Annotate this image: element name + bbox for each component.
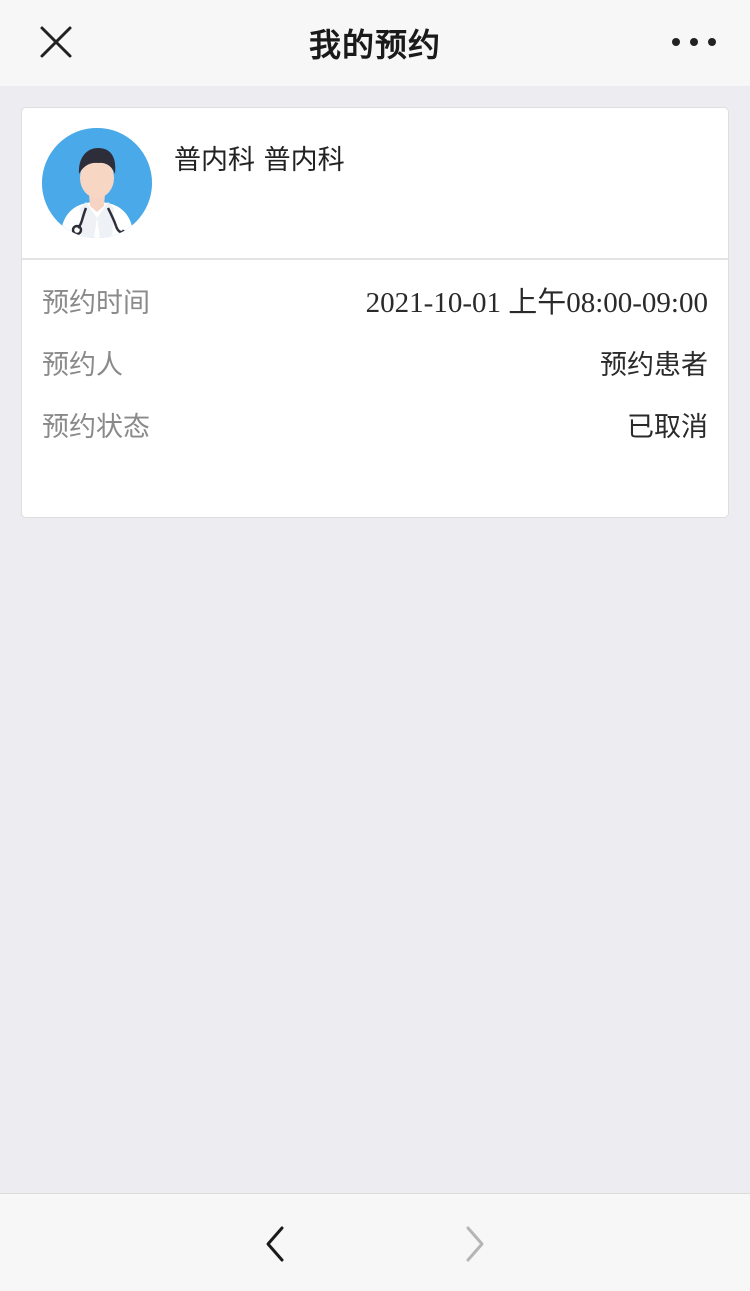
more-dots-icon (708, 38, 716, 46)
forward-button[interactable] (458, 1224, 492, 1264)
appointment-time-row: 预约时间 2021-10-01 上午08:00-09:00 (22, 269, 728, 331)
back-button[interactable] (258, 1224, 292, 1264)
appointment-time-label: 预约时间 (42, 287, 150, 319)
appointment-card-header: 普内科 普内科 (22, 108, 728, 260)
bottom-nav-bar (0, 1193, 750, 1291)
page-title: 我的预约 (308, 26, 441, 64)
appointment-details: 预约时间 2021-10-01 上午08:00-09:00 预约人 预约患者 预… (22, 260, 728, 455)
more-dots-icon (672, 38, 680, 46)
department-name: 普内科 普内科 (174, 145, 345, 176)
appointment-status-row: 预约状态 已取消 (22, 393, 728, 455)
appointment-person-label: 预约人 (42, 349, 123, 381)
more-dots-icon (690, 38, 698, 46)
appointment-person-row: 预约人 预约患者 (22, 331, 728, 393)
close-icon (40, 26, 72, 58)
top-nav-bar: 我的预约 (0, 0, 750, 86)
chevron-left-icon (266, 1226, 284, 1262)
appointment-time-value: 2021-10-01 上午08:00-09:00 (365, 287, 708, 319)
close-button[interactable] (36, 22, 76, 62)
more-options-button[interactable] (672, 28, 716, 56)
appointment-person-value: 预约患者 (600, 349, 708, 381)
appointment-status-value: 已取消 (627, 411, 708, 443)
appointment-card[interactable]: 普内科 普内科 预约时间 2021-10-01 上午08:00-09:00 预约… (21, 107, 729, 518)
appointment-status-label: 预约状态 (42, 411, 150, 443)
chevron-right-icon (466, 1226, 484, 1262)
doctor-avatar-icon (42, 128, 152, 238)
